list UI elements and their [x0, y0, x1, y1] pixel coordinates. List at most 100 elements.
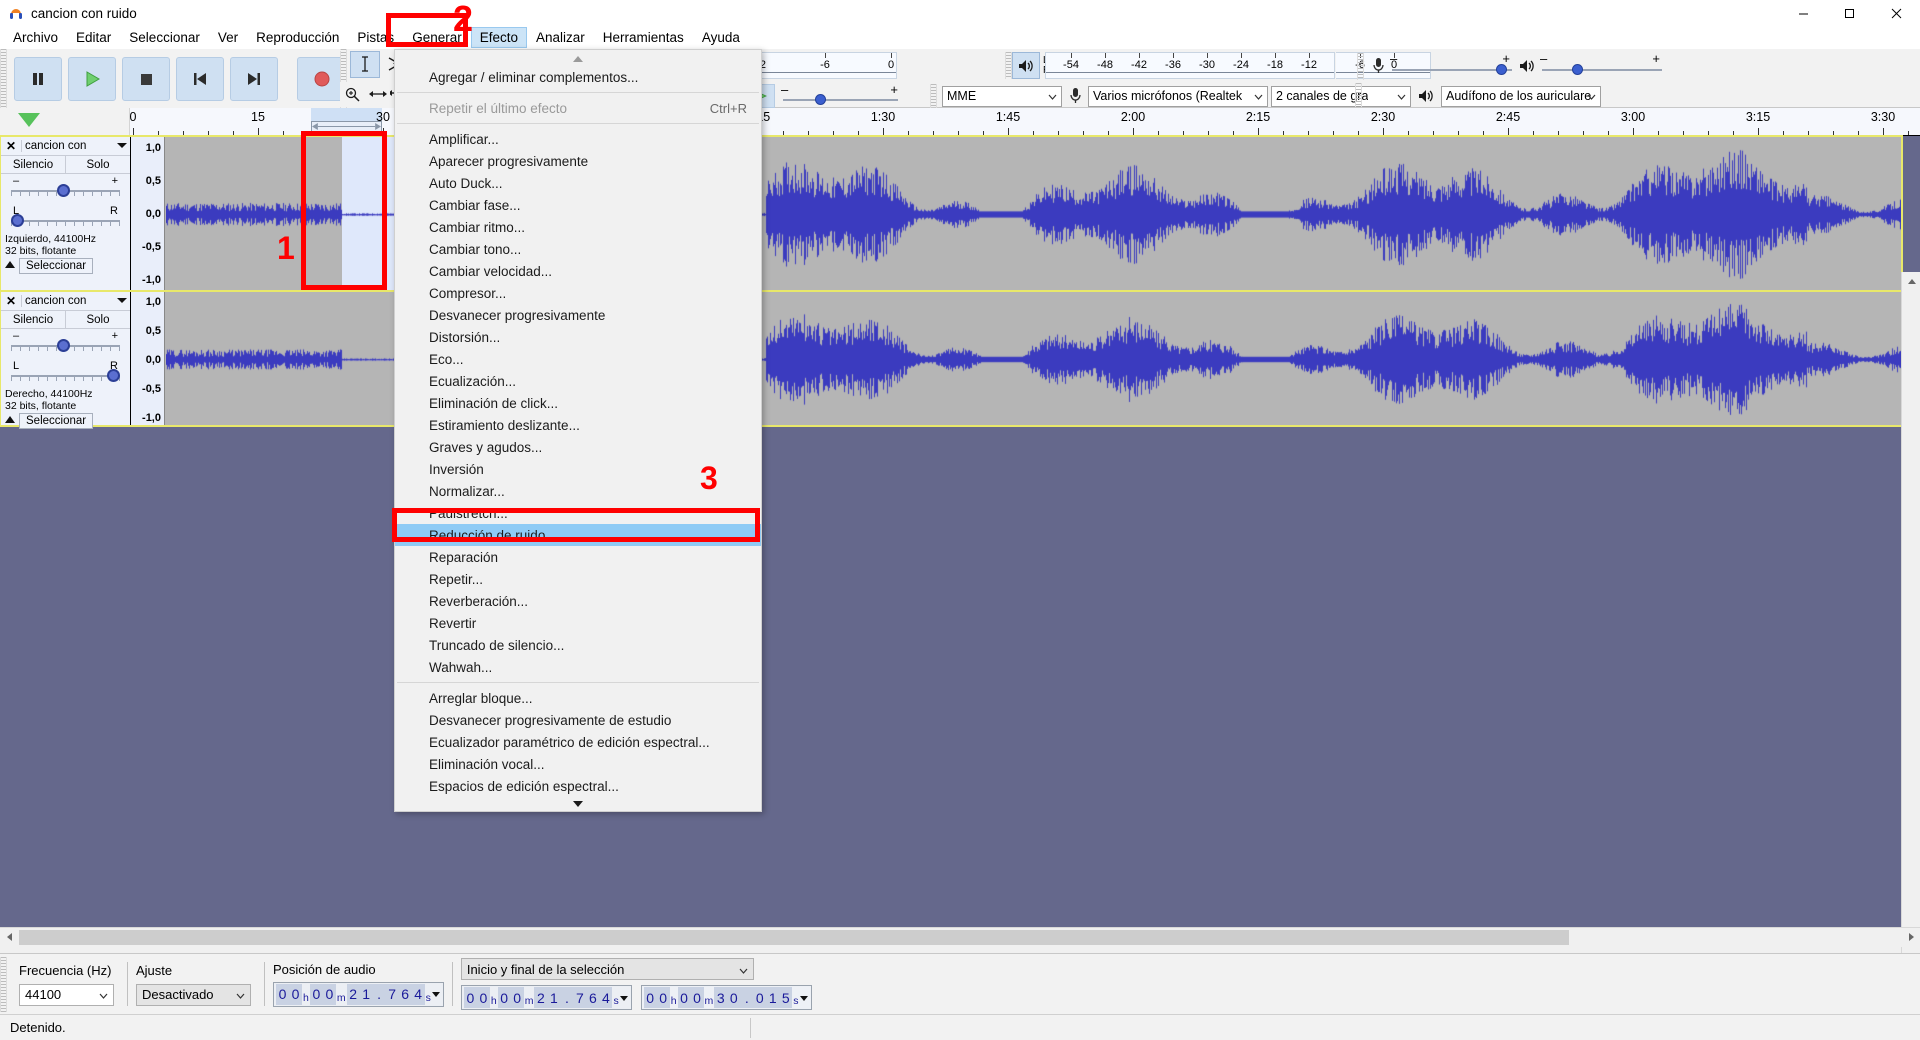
menu-item-cambiar-fase[interactable]: Cambiar fase... — [395, 194, 761, 216]
solo-button[interactable]: Solo — [66, 156, 130, 173]
playback-speed-slider[interactable]: – + — [781, 82, 898, 109]
menu-item-reparación[interactable]: Reparación — [395, 546, 761, 568]
sel-end-h-tens[interactable]: 0 — [643, 987, 657, 1008]
recording-volume-slider[interactable]: – + — [1390, 51, 1512, 79]
vertical-scrollbar[interactable] — [1901, 272, 1920, 1040]
menu-item-cambiar-ritmo[interactable]: Cambiar ritmo... — [395, 216, 761, 238]
sel-end-ms-3[interactable]: 5 — [779, 987, 793, 1008]
sel-end-ms-1[interactable]: 0 — [753, 987, 767, 1008]
timeline-ruler[interactable]: 01530451:001:151:301:452:002:152:302:453… — [0, 108, 1920, 136]
pause-button[interactable] — [14, 56, 62, 101]
device-toolbar-grip[interactable] — [930, 84, 937, 108]
skip-to-start-button[interactable] — [176, 56, 224, 101]
sel-start-m-tens[interactable]: 0 — [497, 987, 511, 1008]
menu-item-desvanecer-progresivamente[interactable]: Desvanecer progresivamente — [395, 304, 761, 326]
menu-item-reverberación[interactable]: Reverberación... — [395, 590, 761, 612]
sel-end-s-tens[interactable]: 3 — [714, 987, 728, 1008]
play-button[interactable] — [68, 56, 116, 101]
sel-start-spinner[interactable] — [620, 995, 629, 1001]
menu-item-estiramiento-deslizante[interactable]: Estiramiento deslizante... — [395, 414, 761, 436]
menu-item-eliminación-de-click[interactable]: Eliminación de click... — [395, 392, 761, 414]
track-row[interactable]: ✕ cancion con Silencio Solo – + — [0, 135, 1903, 292]
audio-position-ms-1[interactable]: 7 — [385, 983, 399, 1005]
menu-item-arreglar-bloque[interactable]: Arreglar bloque... — [395, 687, 761, 709]
recording-device-select[interactable]: Varios micrófonos (Realtek — [1088, 85, 1268, 107]
sel-start-ms-1[interactable]: 7 — [573, 987, 587, 1008]
horizontal-scrollbar[interactable] — [0, 927, 1920, 947]
track-name-menu[interactable]: cancion con — [21, 295, 130, 307]
track-row[interactable]: ✕ cancion con Silencio Solo – + — [0, 290, 1903, 429]
track-control-panel[interactable]: ✕ cancion con Silencio Solo – + — [1, 292, 131, 429]
mixer-toolbar-grip[interactable] — [1357, 52, 1364, 80]
sel-end-m-tens[interactable]: 0 — [677, 987, 691, 1008]
scroll-right-arrow-icon[interactable] — [1901, 927, 1920, 947]
audio-position-h-ones[interactable]: 0 — [289, 983, 302, 1005]
collapse-up-icon[interactable] — [4, 260, 16, 272]
chevron-down-icon[interactable] — [117, 140, 127, 152]
mute-button[interactable]: Silencio — [1, 156, 66, 173]
menu-item-eliminación-vocal[interactable]: Eliminación vocal... — [395, 753, 761, 775]
menu-seleccionar[interactable]: Seleccionar — [120, 27, 209, 48]
menu-item-graves-y-agudos[interactable]: Graves y agudos... — [395, 436, 761, 458]
menu-item-aparecer-progresivamente[interactable]: Aparecer progresivamente — [395, 150, 761, 172]
horizontal-scroll-track[interactable] — [19, 927, 1901, 947]
maximize-button[interactable] — [1826, 0, 1872, 26]
selection-start-field[interactable]: 0 0 h 0 0 m 2 1 . 7 6 4 s — [460, 985, 632, 1010]
sel-start-h-tens[interactable]: 0 — [463, 987, 477, 1008]
selection-tool[interactable] — [350, 50, 380, 78]
sel-end-ms-2[interactable]: 1 — [766, 987, 780, 1008]
menu-item-revertir[interactable]: Revertir — [395, 612, 761, 634]
audio-position-ms-3[interactable]: 4 — [411, 983, 425, 1005]
menu-herramientas[interactable]: Herramientas — [594, 27, 693, 48]
sel-start-s-ones[interactable]: 1 — [547, 987, 561, 1008]
sel-start-s-tens[interactable]: 2 — [534, 987, 548, 1008]
select-track-button[interactable]: Seleccionar — [19, 413, 94, 429]
speaker-icon[interactable] — [1012, 52, 1040, 79]
audio-host-select[interactable]: MME — [942, 85, 1062, 107]
menu-archivo[interactable]: Archivo — [4, 27, 67, 48]
gain-slider[interactable]: – + — [11, 175, 120, 201]
audio-position-h-tens[interactable]: 0 — [276, 983, 289, 1005]
menu-item-truncado-de-silencio[interactable]: Truncado de silencio... — [395, 634, 761, 656]
menu-item-agregar-eliminar-complementos[interactable]: Agregar / eliminar complementos... — [395, 66, 761, 88]
sel-end-spinner[interactable] — [800, 995, 809, 1001]
audio-position-s-tens[interactable]: 2 — [346, 983, 360, 1005]
chevron-down-icon[interactable] — [117, 295, 127, 307]
playback-meter-grip-2[interactable] — [1005, 52, 1012, 79]
menu-item-ecualizador-paramétrico-de-edición-espectral[interactable]: Ecualizador paramétrico de edición espec… — [395, 731, 761, 753]
menu-efecto[interactable]: Efecto — [470, 27, 527, 48]
time-shift-button[interactable] — [365, 81, 390, 107]
rate-select[interactable]: 44100 — [19, 983, 114, 1006]
pan-slider[interactable]: L R — [11, 205, 120, 231]
menu-item-ecualización[interactable]: Ecualización... — [395, 370, 761, 392]
sel-start-ms-3[interactable]: 4 — [599, 987, 613, 1008]
menu-ver[interactable]: Ver — [209, 27, 247, 48]
snap-select[interactable]: Desactivado — [136, 983, 251, 1006]
scroll-left-arrow-icon[interactable] — [0, 927, 19, 947]
menu-item-compresor[interactable]: Compresor... — [395, 282, 761, 304]
horizontal-scroll-thumb[interactable] — [19, 929, 1569, 945]
close-icon[interactable]: ✕ — [1, 139, 21, 153]
menu-editar[interactable]: Editar — [67, 27, 120, 48]
scroll-up-arrow-icon[interactable] — [1902, 272, 1920, 291]
sel-end-m-ones[interactable]: 0 — [690, 987, 704, 1008]
pinned-play-head-icon[interactable] — [18, 113, 40, 127]
transport-toolbar-grip[interactable] — [0, 49, 7, 108]
menu-item-repetir[interactable]: Repetir... — [395, 568, 761, 590]
stop-button[interactable] — [122, 56, 170, 101]
menu-item-desvanecer-progresivamente-de-estudio[interactable]: Desvanecer progresivamente de estudio — [395, 709, 761, 731]
audio-position-m-tens[interactable]: 0 — [309, 983, 323, 1005]
selection-toolbar-grip[interactable] — [0, 956, 7, 1012]
sel-end-s-ones[interactable]: 0 — [727, 987, 741, 1008]
track-name-menu[interactable]: cancion con — [21, 140, 130, 152]
menu-item-distorsión[interactable]: Distorsión... — [395, 326, 761, 348]
select-track-button[interactable]: Seleccionar — [19, 258, 94, 274]
menu-item-amplificar[interactable]: Amplificar... — [395, 128, 761, 150]
audio-position-m-ones[interactable]: 0 — [322, 983, 336, 1005]
sel-start-h-ones[interactable]: 0 — [476, 987, 490, 1008]
scroll-down-arrow-icon[interactable] — [395, 797, 761, 811]
menu-ayuda[interactable]: Ayuda — [693, 27, 749, 48]
menu-item-auto-duck[interactable]: Auto Duck... — [395, 172, 761, 194]
track-control-panel[interactable]: ✕ cancion con Silencio Solo – + — [1, 137, 131, 290]
audio-position-spinner[interactable] — [432, 991, 441, 997]
